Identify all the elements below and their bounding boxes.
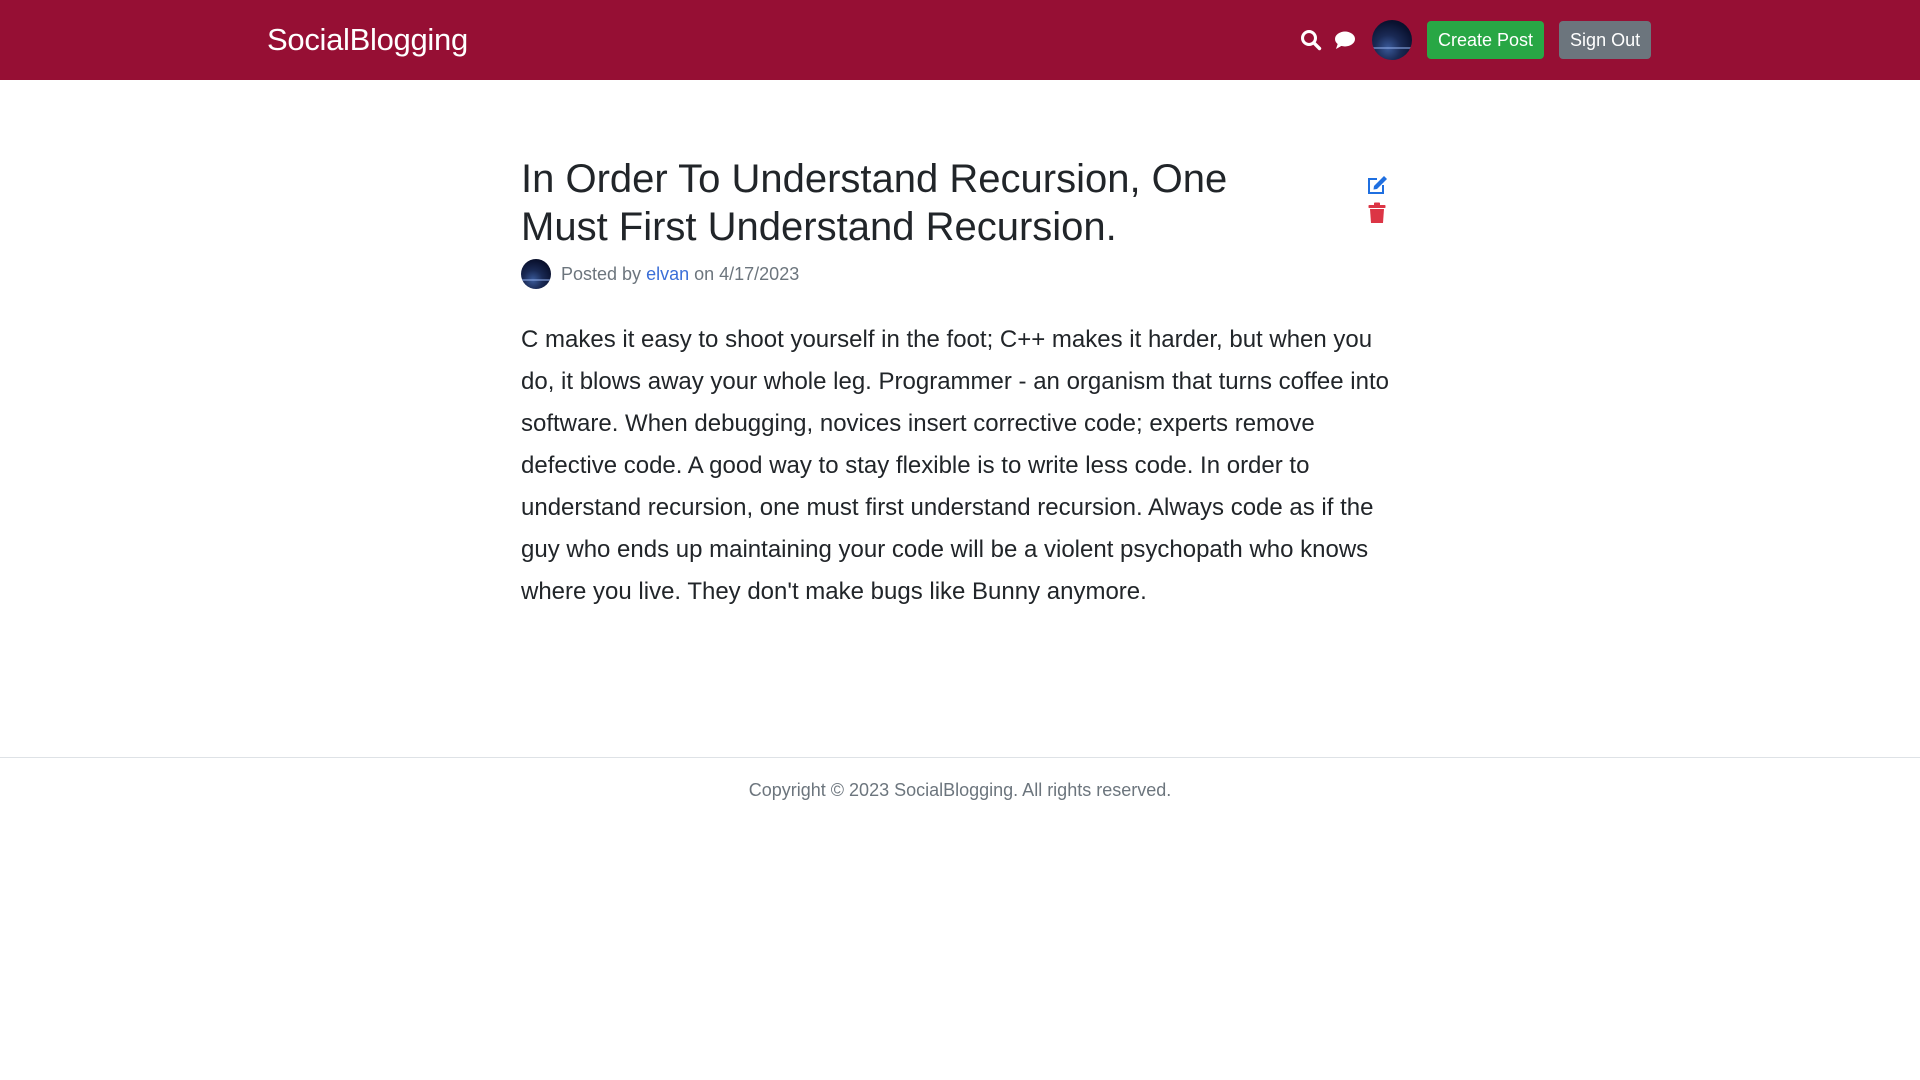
author-link[interactable]: elvan [646,264,689,285]
chat-icon[interactable] [1332,27,1358,53]
posted-by-label: Posted by [561,263,642,284]
edit-icon[interactable] [1365,173,1389,195]
top-navbar: SocialBlogging Create Post Sign Out [0,0,1920,80]
date-prefix: on [694,263,715,284]
post-title: In Order To Understand Recursion, One Mu… [521,157,1228,249]
author-avatar [521,259,551,289]
create-post-button[interactable]: Create Post [1427,21,1545,59]
post-actions [1365,173,1389,224]
brand-logo[interactable]: SocialBlogging [267,18,468,62]
post-container: In Order To Understand Recursion, One Mu… [521,155,1389,613]
nav-actions: Create Post Sign Out [1298,20,1652,60]
footer: Copyright © 2023 SocialBlogging. All rig… [0,757,1920,801]
trash-icon[interactable] [1368,202,1386,224]
user-avatar[interactable] [1372,20,1412,60]
search-icon[interactable] [1298,27,1324,53]
post-meta: Posted by elvan on 4/17/2023 [521,259,1389,289]
sign-out-button[interactable]: Sign Out [1559,21,1652,59]
copyright-text: Copyright © 2023 SocialBlogging. All rig… [748,780,1172,800]
post-body: C makes it easy to shoot yourself in the… [521,326,1389,605]
post-date: 4/17/2023 [719,263,800,284]
